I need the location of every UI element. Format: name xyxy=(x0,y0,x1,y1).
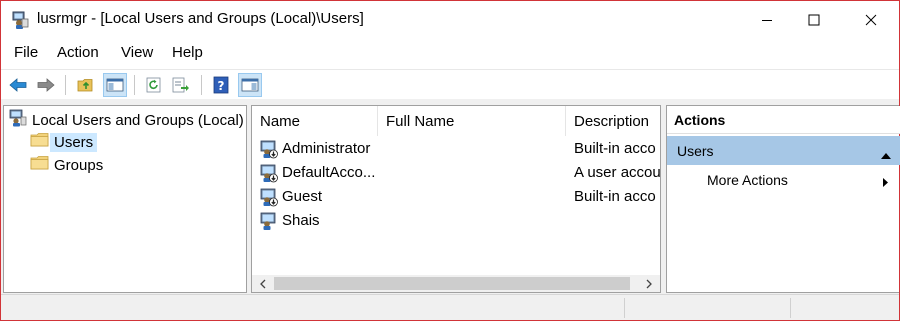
status-bar xyxy=(1,294,899,320)
tree-node-groups[interactable]: Groups xyxy=(30,155,107,175)
cell-name: DefaultAcco... xyxy=(282,164,376,181)
refresh-button[interactable] xyxy=(142,73,166,97)
toolbar-separator xyxy=(134,75,135,95)
close-icon xyxy=(865,14,877,25)
maximize-button[interactable] xyxy=(791,1,837,38)
console-tree[interactable]: Local Users and Groups (Local) Users Gro… xyxy=(3,105,247,293)
column-header-description[interactable]: Description xyxy=(566,106,660,136)
user-icon xyxy=(259,211,279,231)
local-users-groups-icon xyxy=(8,109,28,131)
menu-view[interactable]: View xyxy=(121,44,153,61)
refresh-icon xyxy=(146,77,161,93)
disabled-user-icon xyxy=(259,163,279,183)
actions-header: Actions xyxy=(667,106,900,134)
tree-node-root[interactable]: Local Users and Groups (Local) xyxy=(8,109,248,131)
tree-node-label: Local Users and Groups (Local) xyxy=(32,111,244,129)
up-one-level-button[interactable] xyxy=(74,73,98,97)
actions-pane: Actions Users More Actions xyxy=(666,105,900,293)
back-arrow-icon xyxy=(9,78,27,92)
tree-node-label: Groups xyxy=(54,156,104,174)
cell-name: Administrator xyxy=(282,140,371,157)
toolbar: ? xyxy=(1,69,899,99)
close-button[interactable] xyxy=(848,1,894,38)
table-row[interactable]: Guest Built-in acco xyxy=(252,186,660,209)
forward-arrow-icon xyxy=(37,78,55,92)
chevron-right-icon xyxy=(646,279,652,288)
chevron-left-icon xyxy=(259,279,265,288)
export-list-icon xyxy=(172,77,189,93)
submenu-arrow-icon[interactable] xyxy=(882,175,889,191)
minimize-icon xyxy=(762,19,772,21)
more-actions-item[interactable]: More Actions xyxy=(707,172,788,188)
svg-text:?: ? xyxy=(218,79,225,93)
menu-bar: File Action View Help xyxy=(1,41,899,65)
export-list-button[interactable] xyxy=(169,73,193,97)
help-button[interactable]: ? xyxy=(209,73,233,97)
cell-name: Shais xyxy=(282,212,320,229)
app-window: lusrmgr - [Local Users and Groups (Local… xyxy=(0,0,900,321)
main-pane-area: Local Users and Groups (Local) Users Gro… xyxy=(1,99,900,294)
cell-name: Guest xyxy=(282,188,323,205)
title-bar[interactable]: lusrmgr - [Local Users and Groups (Local… xyxy=(1,1,899,38)
cell-description: Built-in acco xyxy=(574,188,656,205)
toolbar-separator xyxy=(65,75,66,95)
collapse-triangle-icon[interactable] xyxy=(880,147,892,163)
scroll-left-button[interactable] xyxy=(254,275,271,292)
disabled-user-icon xyxy=(259,187,279,207)
table-row[interactable]: Shais xyxy=(252,210,660,233)
back-button[interactable] xyxy=(6,73,30,97)
cell-description: Built-in acco xyxy=(574,140,656,157)
show-hide-action-pane-button[interactable] xyxy=(238,73,262,97)
table-row[interactable]: Administrator Built-in acco xyxy=(252,138,660,161)
toolbar-separator xyxy=(201,75,202,95)
scrollbar-thumb[interactable] xyxy=(274,277,630,290)
window-title: lusrmgr - [Local Users and Groups (Local… xyxy=(37,10,364,27)
status-divider xyxy=(624,298,625,318)
scroll-right-button[interactable] xyxy=(640,275,657,292)
status-divider xyxy=(790,298,791,318)
actions-group-label: Users xyxy=(677,143,714,159)
menu-action[interactable]: Action xyxy=(57,44,99,61)
tree-node-users[interactable]: Users xyxy=(30,132,98,152)
help-icon: ? xyxy=(213,76,229,94)
show-hide-action-pane-icon xyxy=(241,78,259,92)
cell-description: A user accou xyxy=(574,164,660,181)
minimize-button[interactable] xyxy=(744,1,790,38)
table-row[interactable]: DefaultAcco... A user accou xyxy=(252,162,660,185)
column-header-full-name[interactable]: Full Name xyxy=(378,106,566,136)
column-header-name[interactable]: Name xyxy=(252,106,378,136)
show-hide-console-tree-button[interactable] xyxy=(103,73,127,97)
actions-group-users[interactable]: Users xyxy=(667,136,900,165)
folder-icon xyxy=(30,132,50,152)
tree-node-label: Users xyxy=(50,132,98,152)
show-hide-console-tree-icon xyxy=(106,78,124,92)
computer-management-icon xyxy=(10,10,30,30)
menu-file[interactable]: File xyxy=(14,44,38,61)
users-list-view[interactable]: Name Full Name Description Administrator… xyxy=(251,105,661,293)
menu-help[interactable]: Help xyxy=(172,44,203,61)
maximize-icon xyxy=(808,14,820,25)
up-folder-icon xyxy=(77,79,93,92)
forward-button[interactable] xyxy=(34,73,58,97)
disabled-user-icon xyxy=(259,139,279,159)
folder-icon xyxy=(30,155,50,175)
horizontal-scrollbar[interactable] xyxy=(252,275,660,292)
